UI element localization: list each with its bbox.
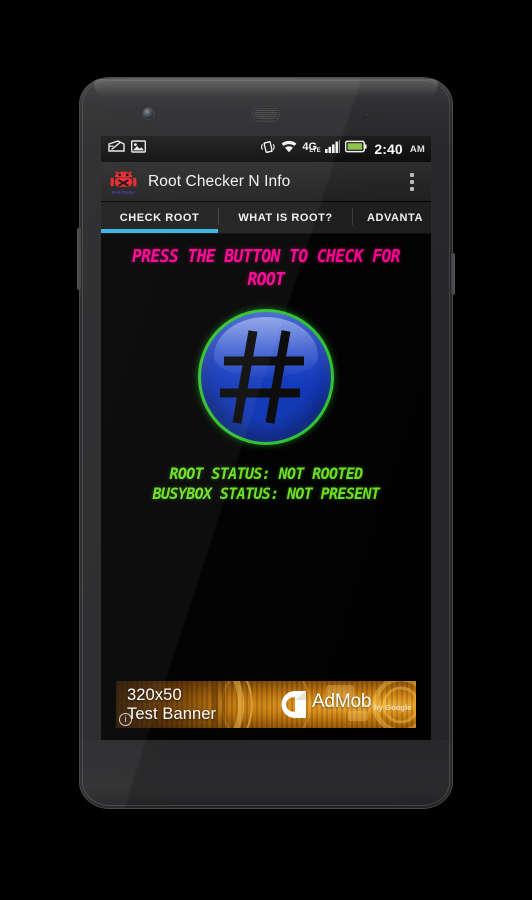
svg-text:Root Checker: Root Checker — [112, 190, 136, 194]
ad-line-2: Test Banner — [127, 704, 217, 723]
tab-check-root[interactable]: CHECK ROOT — [101, 202, 218, 233]
tab-check-root-label: CHECK ROOT — [119, 211, 200, 224]
admob-banner-ad[interactable]: 320x50 Test Banner i AdMob by Google — [116, 681, 416, 728]
admob-byline-label: by Google — [374, 703, 412, 712]
root-check-button[interactable] — [198, 309, 334, 445]
tab-active-indicator — [101, 229, 218, 233]
busybox-status-line: BUSYBOX STATUS: NOT PRESENT — [152, 484, 380, 503]
battery-icon — [345, 140, 367, 158]
vibrate-icon — [261, 140, 276, 159]
ad-line-1: 320x50 — [127, 686, 182, 704]
tab-advantages-label: ADVANTA — [367, 211, 423, 224]
status-bar-ampm: AM — [409, 143, 425, 155]
instruction-heading: PRESS THE BUTTON TO CHECK FOR ROOT — [132, 247, 401, 290]
root-skull-android-icon[interactable]: Root Checker — [110, 168, 137, 196]
4g-lte-icon: 4G LTE — [302, 141, 321, 156]
wifi-icon — [281, 140, 297, 158]
status-bar-right-icons: 4G LTE 2:40 AM — [261, 140, 426, 159]
ad-info-icon[interactable]: i — [119, 713, 132, 726]
signal-bars-icon — [325, 140, 341, 158]
proximity-sensor-icon — [364, 112, 394, 118]
tab-what-is-root[interactable]: WHAT IS ROOT? — [219, 202, 352, 233]
status-bar: 4G LTE 2:40 AM — [101, 136, 431, 162]
tab-what-is-root-label: WHAT IS ROOT? — [238, 211, 333, 224]
admob-logo — [281, 691, 306, 718]
status-text-block: ROOT STATUS: NOT ROOTED BUSYBOX STATUS: … — [120, 464, 411, 504]
status-bar-left-icons — [108, 140, 147, 158]
root-status-line: ROOT STATUS: NOT ROOTED — [169, 464, 363, 483]
admob-brand-label: AdMob — [312, 691, 372, 712]
phone-screen: 4G LTE 2:40 AM Root Checker Root Checker… — [101, 136, 431, 740]
tab-advantages[interactable]: ADVANTA — [353, 202, 431, 233]
phone-top-highlight — [94, 79, 438, 97]
bottom-bezel — [80, 740, 452, 808]
main-content: PRESS THE BUTTON TO CHECK FOR ROOT ROOT … — [101, 234, 431, 740]
phone-device: 4G LTE 2:40 AM Root Checker Root Checker… — [77, 78, 455, 808]
hash-icon — [220, 330, 304, 424]
volume-button[interactable] — [77, 228, 81, 290]
page-title: Root Checker N Info — [148, 172, 291, 190]
action-bar: Root Checker Root Checker N Info — [101, 162, 431, 202]
earpiece-speaker-icon — [253, 107, 279, 121]
overflow-menu-icon[interactable] — [397, 163, 427, 201]
status-bar-clock: 2:40 — [374, 141, 403, 157]
ad-size-text: 320x50 Test Banner — [127, 686, 216, 723]
screenshot-canvas: 4G LTE 2:40 AM Root Checker Root Checker… — [0, 0, 532, 900]
tab-bar: CHECK ROOT WHAT IS ROOT? ADVANTA — [101, 202, 431, 234]
lte-sub-label: LTE — [309, 148, 321, 154]
screenshot-icon — [108, 140, 125, 158]
power-button[interactable] — [451, 253, 455, 295]
front-camera-icon — [143, 108, 154, 119]
gallery-image-icon — [130, 140, 147, 158]
